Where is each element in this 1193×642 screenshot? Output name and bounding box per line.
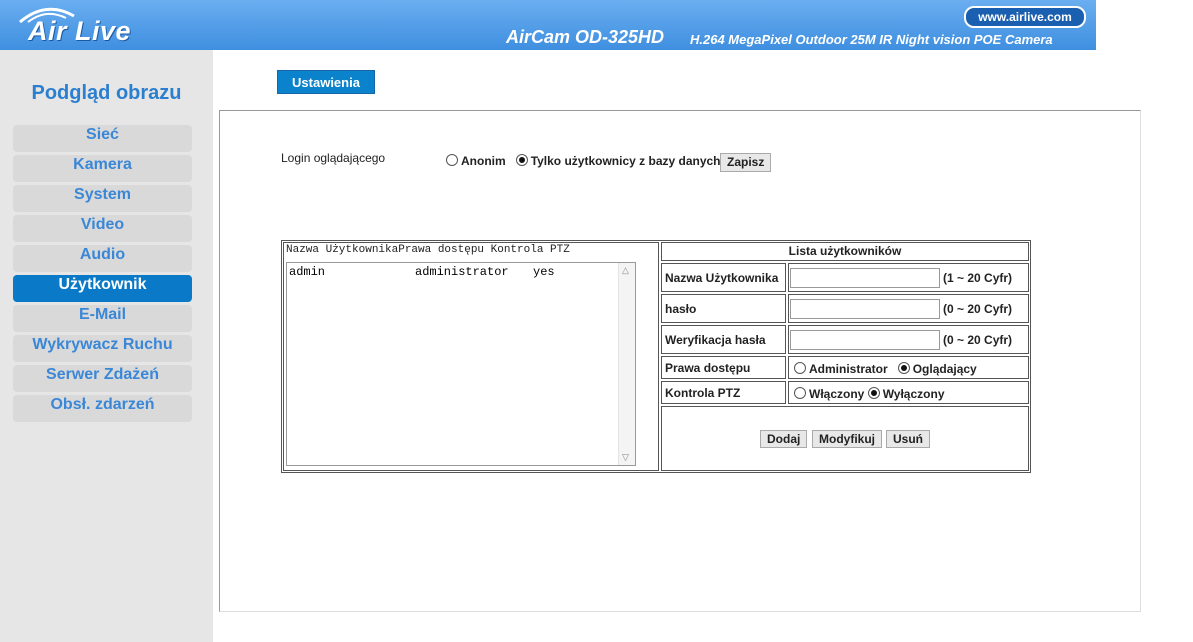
ptz-on-label: Włączony <box>809 387 865 401</box>
sidebar-item-network[interactable]: Sieć <box>13 125 192 152</box>
user-list-header: Nazwa UżytkownikaPrawa dostępu Kontrola … <box>286 244 570 256</box>
username-hint: (1 ~ 20 Cyfr) <box>943 271 1013 285</box>
add-user-button[interactable]: Dodaj <box>760 430 808 448</box>
username-label: Nazwa Użytkownika <box>661 263 786 292</box>
password-input[interactable] <box>790 299 940 319</box>
access-rights-label: Prawa dostępu <box>661 356 786 379</box>
user-row-rights[interactable]: administrator <box>415 265 509 279</box>
sidebar-item-motion-detection[interactable]: Wykrywacz Ruchu <box>13 335 192 362</box>
listbox-scrollbar[interactable]: △ ▽ <box>618 263 635 465</box>
sidebar-item-user[interactable]: Użytkownik <box>13 275 192 302</box>
rights-admin-label: Administrator <box>809 362 888 376</box>
scroll-up-icon[interactable]: △ <box>622 265 629 276</box>
rights-viewer-radio[interactable] <box>897 362 910 374</box>
sidebar-item-system[interactable]: System <box>13 185 192 212</box>
camera-tagline: H.264 MegaPixel Outdoor 25M IR Night vis… <box>690 32 1053 47</box>
viewer-login-label: Login oglądającego <box>281 151 386 165</box>
viewer-login-options: Anonim Tylko użytkownicy z bazy danych <box>446 154 721 168</box>
sidebar-item-email[interactable]: E-Mail <box>13 305 192 332</box>
anonymous-radio[interactable] <box>446 154 458 166</box>
username-input[interactable] <box>790 268 940 288</box>
user-row-name[interactable]: admin <box>289 265 325 279</box>
anonymous-label: Anonim <box>461 154 506 168</box>
sidebar-item-audio[interactable]: Audio <box>13 245 192 272</box>
modify-user-button[interactable]: Modyfikuj <box>812 430 882 448</box>
user-listbox[interactable]: admin administrator yes △ ▽ <box>286 262 636 466</box>
rights-viewer-label: Oglądający <box>912 362 977 376</box>
brand-text: Air Live <box>28 16 132 46</box>
sidebar-item-event-handling[interactable]: Obsł. zdarzeń <box>13 395 192 422</box>
user-row-ptz[interactable]: yes <box>533 265 555 279</box>
ptz-control-options: Włączony Wyłączony <box>794 387 945 401</box>
verify-password-hint: (0 ~ 20 Cyfr) <box>943 333 1013 347</box>
password-label: hasło <box>661 294 786 323</box>
sidebar-item-video[interactable]: Video <box>13 215 192 242</box>
ptz-on-radio[interactable] <box>794 387 806 399</box>
sidebar: Podgląd obrazu Sieć Kamera System Video … <box>0 50 213 642</box>
database-users-label: Tylko użytkownicy z bazy danych <box>530 154 721 168</box>
delete-user-button[interactable]: Usuń <box>886 430 930 448</box>
ptz-control-label: Kontrola PTZ <box>661 381 786 404</box>
database-users-radio[interactable] <box>515 154 528 166</box>
ptz-off-label: Wyłączony <box>882 387 945 401</box>
access-rights-options: Administrator Oglądający <box>794 362 977 376</box>
tab-settings[interactable]: Ustawienia <box>277 70 375 94</box>
camera-model: AirCam OD-325HD <box>506 27 665 47</box>
user-list-title: Lista użytkowników <box>661 242 1029 261</box>
rights-admin-radio[interactable] <box>794 362 806 374</box>
sidebar-nav: Sieć Kamera System Video Audio Użytkowni… <box>13 125 192 425</box>
verify-password-label: Weryfikacja hasła <box>661 325 786 354</box>
website-link[interactable]: www.airlive.com <box>964 6 1086 28</box>
live-view-link[interactable]: Podgląd obrazu <box>0 82 213 105</box>
save-button[interactable]: Zapisz <box>720 153 772 172</box>
scroll-down-icon[interactable]: ▽ <box>622 452 629 463</box>
verify-password-input[interactable] <box>790 330 940 350</box>
ptz-off-radio[interactable] <box>867 387 880 399</box>
sidebar-item-event-server[interactable]: Serwer Zdażeń <box>13 365 192 392</box>
password-hint: (0 ~ 20 Cyfr) <box>943 302 1013 316</box>
header-banner: Air Live www.airlive.com AirCam OD-325HD… <box>0 0 1096 50</box>
sidebar-item-camera[interactable]: Kamera <box>13 155 192 182</box>
airlive-logo: Air Live <box>16 4 171 48</box>
